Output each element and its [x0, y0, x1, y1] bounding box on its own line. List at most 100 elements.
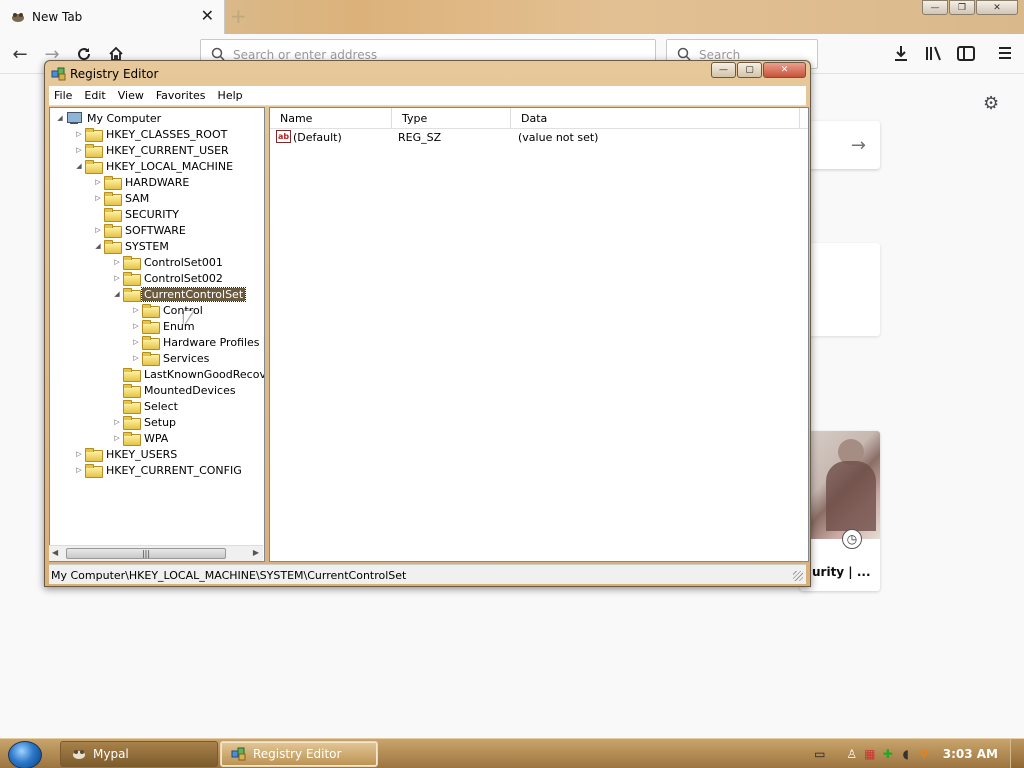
newtab-search-card[interactable]: → — [800, 121, 880, 169]
column-name[interactable]: Name — [270, 108, 392, 129]
new-tab-button[interactable]: + — [230, 6, 247, 26]
value-type: REG_SZ — [398, 131, 442, 144]
maximize-button[interactable]: ▢ — [737, 62, 762, 78]
tree-node[interactable]: SECURITY — [92, 206, 181, 222]
collapsed-arrow-icon[interactable]: ▷ — [130, 338, 142, 346]
newtab-tile[interactable] — [800, 243, 880, 336]
mouse-pointer-icon — [184, 311, 193, 325]
collapsed-arrow-icon[interactable]: ▷ — [73, 146, 85, 154]
expanded-arrow-icon[interactable]: ◢ — [73, 162, 85, 170]
back-icon[interactable]: ← — [6, 40, 34, 68]
scrollbar-thumb[interactable]: ||| — [66, 548, 226, 559]
expanded-arrow-icon[interactable]: ◢ — [111, 290, 123, 298]
folder-icon — [123, 368, 141, 382]
collapsed-arrow-icon[interactable]: ▷ — [92, 226, 104, 234]
tree-node[interactable]: ▷ HARDWARE — [92, 174, 191, 190]
taskbar-clock[interactable]: 3:03 AM — [943, 747, 998, 761]
sidebar-icon[interactable] — [955, 42, 977, 64]
tree-node[interactable]: ▷ HKEY_CURRENT_CONFIG — [73, 462, 244, 478]
start-button[interactable] — [8, 741, 42, 768]
column-data[interactable]: Data — [511, 108, 800, 129]
tree-node[interactable]: ▷ Setup — [111, 414, 178, 430]
close-button[interactable]: ✕ — [976, 0, 1018, 15]
tree-node[interactable]: ▷ HKEY_CLASSES_ROOT — [73, 126, 229, 142]
tree-node[interactable]: ▷ ControlSet001 — [111, 254, 225, 270]
search-tray-icon[interactable]: ⚲ — [917, 747, 931, 761]
folder-icon — [85, 160, 103, 174]
tree-node[interactable]: ▷ Services — [130, 350, 211, 366]
downloads-icon[interactable] — [890, 42, 912, 64]
tree-node-label: Control — [163, 303, 203, 317]
tree-node[interactable]: ▷ ControlSet002 — [111, 270, 225, 286]
values-list-pane[interactable]: Name Type Data ab (Default) REG_SZ (valu… — [269, 107, 809, 562]
menu-help[interactable]: Help — [213, 89, 250, 102]
tree-node[interactable]: ◢ HKEY_LOCAL_MACHINE — [73, 158, 235, 174]
speaker-icon[interactable]: ◖ — [899, 747, 913, 761]
collapsed-arrow-icon[interactable]: ▷ — [73, 450, 85, 458]
tab-new-tab[interactable]: New Tab ✕ — [0, 0, 225, 34]
tree-node[interactable]: ▷ HKEY_USERS — [73, 446, 179, 462]
tree-node[interactable]: ▷ Hardware Profiles — [130, 334, 262, 350]
gear-icon[interactable]: ⚙ — [983, 93, 999, 114]
menu-edit[interactable]: Edit — [79, 89, 112, 102]
tab-close-icon[interactable]: ✕ — [201, 8, 214, 24]
collapsed-arrow-icon[interactable]: ▷ — [111, 418, 123, 426]
expanded-arrow-icon[interactable]: ◢ — [54, 114, 66, 122]
tree-node[interactable]: Select — [111, 398, 180, 414]
tree-node[interactable]: ◢ SYSTEM — [92, 238, 171, 254]
value-row[interactable]: ab (Default) REG_SZ (value not set) — [270, 130, 808, 146]
tree-node-label: HKEY_LOCAL_MACHINE — [106, 159, 234, 173]
keyboard-icon[interactable]: ▭ — [813, 747, 827, 761]
tree-node[interactable]: ▷ SAM — [92, 190, 151, 206]
network-icon[interactable]: ▦ — [863, 747, 877, 761]
security-icon[interactable]: ✚ — [881, 747, 895, 761]
folder-icon — [104, 176, 122, 190]
menu-icon[interactable] — [994, 42, 1016, 64]
column-type[interactable]: Type — [392, 108, 511, 129]
tree-node-label: HKEY_CLASSES_ROOT — [106, 127, 228, 141]
taskbar-app-registry-editor[interactable]: Registry Editor — [220, 741, 378, 767]
menu-view[interactable]: View — [113, 89, 151, 102]
key-tree-pane[interactable]: ◢ My Computer ▷ HKEY_CLASSES_ROOT ▷ HKEY_CURR… — [49, 107, 265, 562]
close-button[interactable]: ✕ — [763, 62, 806, 78]
registry-editor-titlebar[interactable]: Registry Editor — ▢ ✕ — [45, 61, 810, 86]
collapsed-arrow-icon[interactable]: ▷ — [130, 322, 142, 330]
tree-node[interactable]: LastKnownGoodRecovery — [111, 366, 264, 382]
scroll-left-icon[interactable]: ◀ — [52, 548, 58, 557]
tree-node[interactable]: ▷ SOFTWARE — [92, 222, 188, 238]
tree-node[interactable]: ▷ WPA — [111, 430, 170, 446]
collapsed-arrow-icon[interactable]: ▷ — [73, 130, 85, 138]
collapsed-arrow-icon[interactable]: ▷ — [111, 434, 123, 442]
tree-node[interactable]: ◢ My Computer — [54, 110, 163, 126]
collapsed-arrow-icon[interactable]: ▷ — [73, 466, 85, 474]
resize-grip-icon[interactable] — [793, 571, 803, 581]
newtab-highlight-card[interactable]: ◷ urity | ... — [800, 431, 880, 591]
collapsed-arrow-icon[interactable]: ▷ — [130, 354, 142, 362]
scroll-right-icon[interactable]: ▶ — [253, 548, 259, 557]
minimize-button[interactable]: — — [922, 0, 948, 15]
tree-node[interactable]: ▷ HKEY_CURRENT_USER — [73, 142, 231, 158]
collapsed-arrow-icon[interactable]: ▷ — [92, 178, 104, 186]
menu-file[interactable]: File — [49, 89, 79, 102]
folder-icon — [123, 288, 141, 302]
tree-node[interactable]: MountedDevices — [111, 382, 238, 398]
menu-favorites[interactable]: Favorites — [151, 89, 213, 102]
expanded-arrow-icon[interactable]: ◢ — [92, 242, 104, 250]
collapsed-arrow-icon[interactable]: ▷ — [130, 306, 142, 314]
folder-icon — [123, 432, 141, 446]
folder-icon — [104, 240, 122, 254]
minimize-button[interactable]: — — [711, 62, 736, 78]
collapsed-arrow-icon[interactable]: ▷ — [111, 274, 123, 282]
tree-horizontal-scrollbar[interactable]: ◀ ||| ▶ — [49, 545, 263, 561]
collapsed-arrow-icon[interactable]: ▷ — [111, 258, 123, 266]
library-icon[interactable] — [923, 42, 945, 64]
taskbar-app-mypal[interactable]: Mypal — [60, 741, 218, 767]
show-desktop-button[interactable] — [1010, 739, 1024, 768]
tree-node-label: Select — [144, 399, 178, 413]
collapsed-arrow-icon[interactable]: ▷ — [92, 194, 104, 202]
users-icon[interactable]: ♙ — [845, 747, 859, 761]
restore-button[interactable]: ❐ — [949, 0, 975, 15]
tree-node[interactable]: ▷ Control — [130, 302, 205, 318]
folder-icon — [104, 192, 122, 206]
tree-node[interactable]: ◢ CurrentControlSet — [111, 286, 247, 302]
